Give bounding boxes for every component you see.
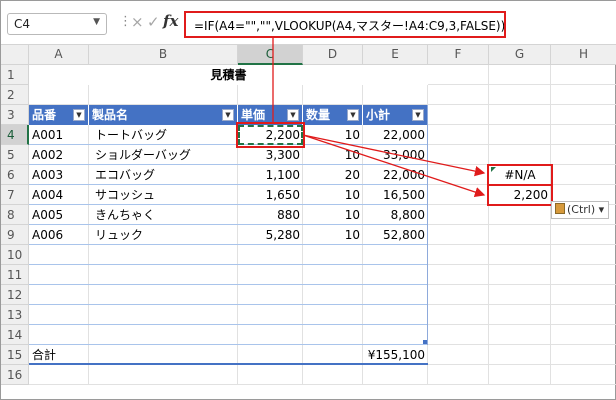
arrow-to-na xyxy=(302,134,486,177)
arrow-to-value xyxy=(302,134,486,198)
annotation-arrows xyxy=(272,38,486,198)
excel-window: C4 ▼ ⋮ × ✓ fx =IF(A4="","",VLOOKUP(A4,マス… xyxy=(0,0,616,400)
